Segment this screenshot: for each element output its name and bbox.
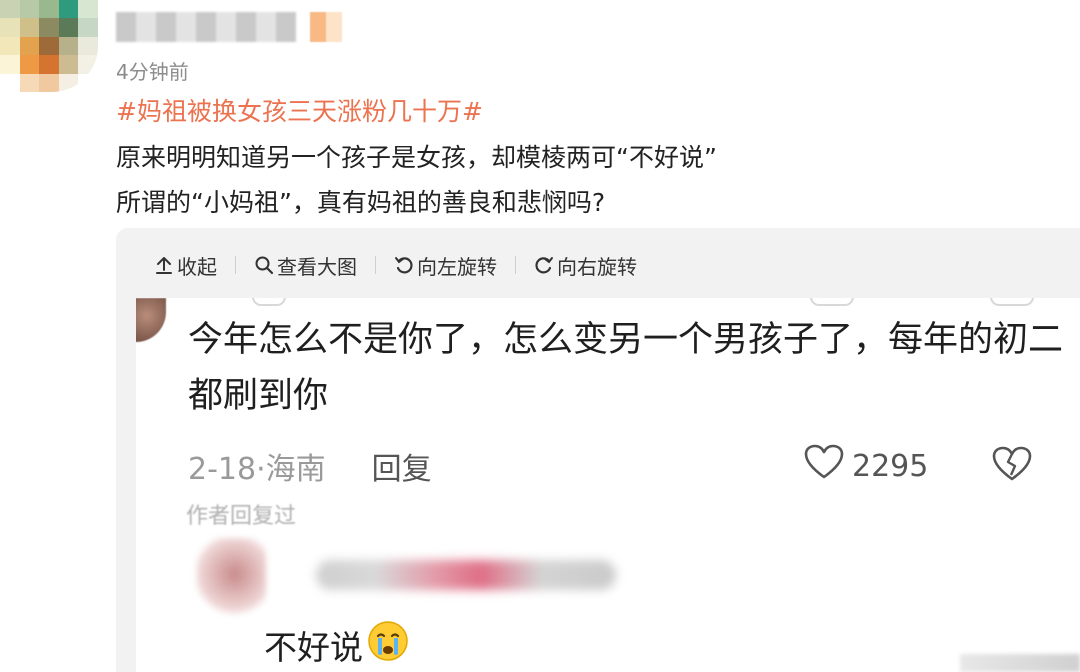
rotate-left-button[interactable]: 向左旋转	[394, 251, 497, 280]
toolbar-divider	[515, 256, 516, 274]
reply-text: 不好说	[264, 628, 363, 667]
magnifier-icon	[254, 255, 274, 275]
reply-avatar-blurred	[196, 538, 266, 618]
comment-location: 海南	[265, 452, 326, 487]
avatar[interactable]	[0, 0, 98, 92]
user-badge-icon	[310, 12, 342, 42]
cropped-artifact	[990, 298, 1034, 306]
comment-meta: 2-18·海南 回复	[188, 444, 432, 488]
post-text-line-2: 所谓的“小妈祖”，真有妈祖的善良和悲悯吗?	[116, 188, 606, 217]
reply-username-blurred	[316, 560, 616, 590]
rotate-right-button[interactable]: 向右旋转	[534, 251, 637, 280]
reply-label: 回复	[371, 452, 432, 487]
image-viewer-card: 收起 查看大图 向左旋转 向右旋转 今年怎么不是你了，怎么变另一个男孩子了，每年…	[116, 228, 1080, 672]
view-large-label: 查看大图	[277, 254, 357, 279]
reply-text-group: 不好说	[264, 620, 409, 670]
toolbar-divider	[375, 256, 376, 274]
comment-text: 今年怎么不是你了，怎么变另一个男孩子了，每年的初二都刷到你	[188, 320, 1064, 416]
author-replied-label: 作者回复过	[186, 504, 297, 529]
crying-emoji-icon	[367, 620, 409, 670]
rotate-right-label: 向右旋转	[557, 254, 637, 279]
heart-icon	[804, 444, 844, 488]
comment-date: 2-18	[188, 452, 257, 487]
arrow-up-icon	[154, 255, 174, 275]
like-count: 2295	[852, 448, 929, 484]
collapse-label: 收起	[177, 254, 217, 279]
embedded-screenshot[interactable]: 今年怎么不是你了，怎么变另一个男孩子了，每年的初二都刷到你 2-18·海南 回复…	[136, 298, 1080, 672]
collapse-button[interactable]: 收起	[154, 251, 217, 280]
date-location: 2-18·海南	[188, 452, 326, 487]
cropped-artifact	[252, 298, 286, 306]
view-large-button[interactable]: 查看大图	[254, 251, 357, 280]
rotate-right-icon	[534, 255, 554, 275]
cropped-artifact	[810, 298, 854, 306]
image-toolbar: 收起 查看大图 向左旋转 向右旋转	[154, 250, 637, 280]
commenter-avatar	[136, 298, 166, 342]
rotate-left-label: 向左旋转	[417, 254, 497, 279]
rotate-left-icon	[394, 255, 414, 275]
toolbar-divider	[235, 256, 236, 274]
broken-heart-icon	[992, 446, 1032, 486]
post-time: 4分钟前	[116, 60, 189, 84]
post-text-line-1: 原来明明知道另一个孩子是女孩，却模棱两可“不好说”	[116, 143, 717, 172]
username-blurred[interactable]	[116, 12, 296, 42]
watermark-blurred	[960, 654, 1080, 672]
like-count-group: 2295	[804, 444, 928, 488]
hashtag-link[interactable]: #妈祖被换女孩三天涨粉几十万#	[116, 92, 483, 128]
